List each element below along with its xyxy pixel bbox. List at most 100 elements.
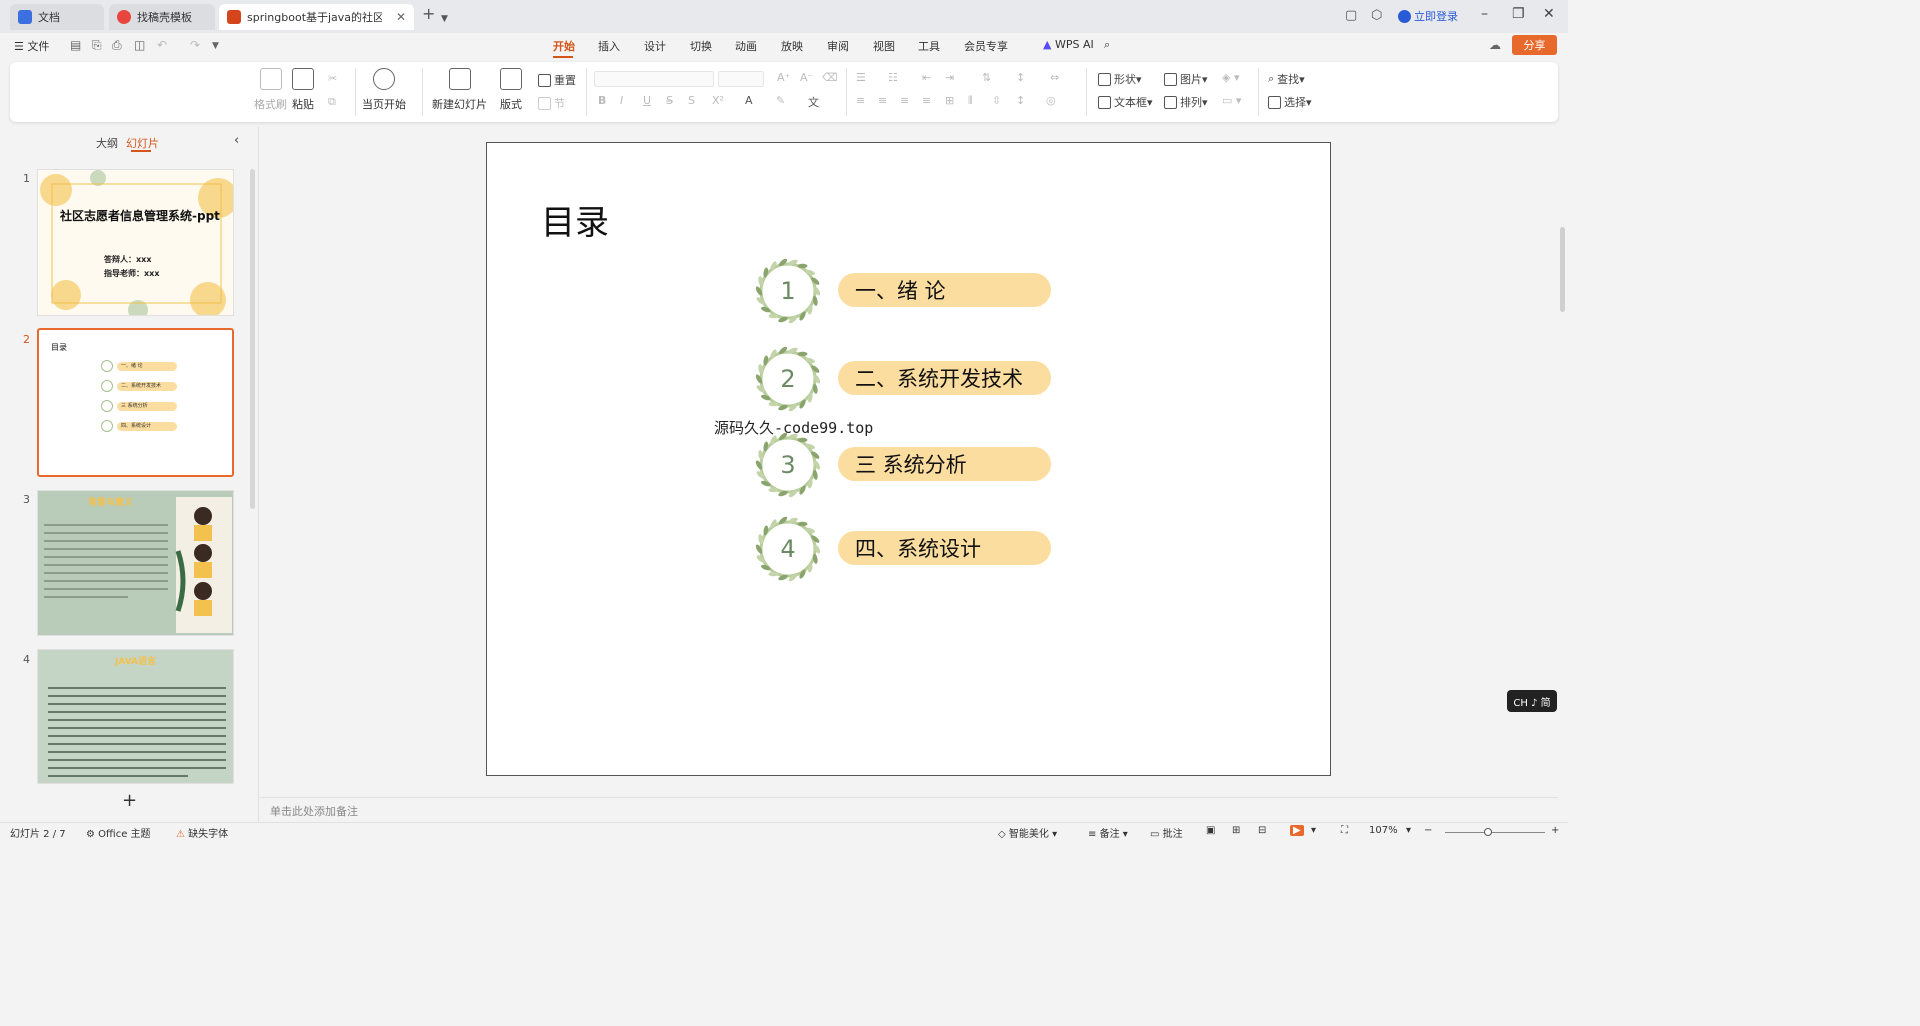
theme-button[interactable]: ⚙ Office 主题 — [86, 825, 151, 840]
slide-thumbnail-2[interactable]: 目录 一、绪 论 二、系统开发技术 三 系统分析 四、系统设计 — [37, 328, 234, 477]
phonetic-icon[interactable]: 文 — [808, 94, 819, 110]
cloud-sync-icon[interactable]: ☁ — [1489, 38, 1501, 52]
file-menu[interactable]: ☰ 文件 — [14, 38, 49, 54]
char-spacing-icon[interactable]: ⇔ — [1050, 71, 1059, 84]
select-button[interactable]: 选择 ▾ — [1268, 94, 1312, 110]
scrollbar-thumb[interactable] — [1560, 227, 1565, 312]
fill-icon[interactable]: ◈ ▾ — [1222, 71, 1239, 84]
new-tab-button[interactable]: + — [422, 6, 435, 22]
quick-access-chevron-icon[interactable]: ▼ — [212, 41, 219, 51]
italic-icon[interactable]: I — [620, 94, 623, 107]
slide-thumbnail-4[interactable]: JAVA语言 — [37, 649, 234, 784]
increase-font-icon[interactable]: A⁺ — [777, 71, 790, 84]
reset-button[interactable]: 重置 — [538, 72, 576, 88]
collapse-panel-icon[interactable]: ‹ — [234, 133, 239, 148]
numbering-icon[interactable]: ☷ — [888, 71, 898, 84]
menu-transition[interactable]: 切换 — [690, 38, 712, 54]
cut-icon[interactable]: ✂ — [328, 72, 337, 85]
current-slide[interactable]: 目录 1 一、绪 论 2 二、系统开发技术 3 三 系统分析 4 四、系统设计 — [486, 142, 1331, 776]
toc-item[interactable]: 1 一、绪 论 — [755, 258, 1055, 328]
start-from-current-button[interactable]: 当页开始 — [362, 68, 406, 112]
font-family-select[interactable] — [594, 71, 714, 87]
shape-button[interactable]: 形状 ▾ — [1098, 71, 1142, 87]
toc-item[interactable]: 3 三 系统分析 — [755, 432, 1055, 502]
shadow-text-icon[interactable]: S — [688, 94, 695, 107]
cube-icon[interactable]: ⬡ — [1371, 8, 1382, 24]
zoom-chevron-icon[interactable]: ▾ — [1406, 825, 1411, 836]
missing-font-button[interactable]: ⚠ 缺失字体 — [176, 825, 228, 840]
minimize-icon[interactable]: – — [1481, 6, 1488, 22]
window-layout-icon[interactable]: ▢ — [1345, 8, 1357, 24]
notes-toggle-button[interactable]: ≡ 备注 ▾ — [1088, 825, 1128, 840]
bold-icon[interactable]: B — [598, 94, 606, 107]
slide-title[interactable]: 目录 — [541, 195, 609, 244]
tab-current-presentation[interactable]: springboot基于java的社区志愿者信息管理系统 ✕ — [219, 4, 414, 30]
outline-icon[interactable]: ▭ ▾ — [1222, 94, 1241, 107]
slideshow-chevron-icon[interactable]: ▾ — [1311, 825, 1316, 836]
normal-view-icon[interactable]: ▣ — [1206, 825, 1215, 836]
close-window-icon[interactable]: ✕ — [1543, 6, 1555, 22]
wps-ai-button[interactable]: ▲ WPS AI — [1043, 38, 1094, 51]
underline-icon[interactable]: U — [643, 94, 651, 107]
decrease-indent-icon[interactable]: ⇤ — [922, 71, 931, 84]
copy-icon[interactable]: ⧉ — [328, 95, 336, 109]
slideshow-play-icon[interactable]: ▶ — [1290, 825, 1304, 836]
menu-insert[interactable]: 插入 — [598, 38, 620, 54]
toc-item[interactable]: 2 二、系统开发技术 — [755, 346, 1055, 416]
zoom-level[interactable]: 107% — [1369, 825, 1398, 836]
align-center-icon[interactable]: ≡ — [878, 94, 887, 107]
smart-beautify-button[interactable]: ◇ 智能美化 ▾ — [998, 825, 1057, 840]
zoom-slider[interactable] — [1445, 832, 1545, 833]
picture-button[interactable]: 图片 ▾ — [1164, 71, 1208, 87]
export-icon[interactable]: ⎘ — [92, 38, 102, 53]
redo-icon[interactable]: ↷ — [190, 38, 200, 52]
slide-panel-scrollbar[interactable] — [250, 169, 255, 509]
line-spacing-icon[interactable]: ↕ — [1016, 71, 1025, 84]
tab-documents[interactable]: 文档 — [10, 4, 104, 30]
zoom-out-icon[interactable]: − — [1424, 825, 1432, 836]
highlight-icon[interactable]: ✎ — [776, 94, 785, 107]
fit-window-icon[interactable]: ⛶ — [1341, 825, 1348, 836]
format-painter-button[interactable]: 格式刷 — [254, 68, 287, 112]
menu-home[interactable]: 开始 — [553, 38, 575, 54]
justify-icon[interactable]: ≡ — [922, 94, 931, 107]
new-slide-button[interactable]: 新建幻灯片 — [432, 68, 487, 112]
arrange-button[interactable]: 排列 ▾ — [1164, 94, 1208, 110]
font-size-select[interactable] — [718, 71, 764, 87]
vertical-align-icon[interactable]: ⇳ — [992, 94, 1001, 107]
login-button[interactable]: 立即登录 — [1398, 8, 1458, 24]
zoom-in-icon[interactable]: + — [1551, 825, 1559, 836]
find-button[interactable]: ⌕ 查找 ▾ — [1268, 71, 1305, 87]
share-button[interactable]: 分享 — [1512, 35, 1557, 55]
menu-review[interactable]: 审阅 — [827, 38, 849, 54]
tab-template[interactable]: 找稿壳模板 — [109, 4, 215, 30]
search-icon[interactable]: ⌕ — [1104, 38, 1110, 52]
paste-button[interactable]: 粘贴 — [292, 68, 314, 112]
text-direction-icon[interactable]: ⇅ — [982, 71, 991, 84]
superscript-icon[interactable]: X² — [712, 94, 724, 107]
paragraph-spacing-icon[interactable]: ↕ — [1016, 94, 1025, 107]
menu-tools[interactable]: 工具 — [918, 38, 940, 54]
print-preview-icon[interactable]: ◫ — [134, 38, 145, 52]
font-color-icon[interactable]: A — [745, 94, 753, 107]
undo-icon[interactable]: ↶ — [157, 38, 167, 52]
close-tab-icon[interactable]: ✕ — [390, 10, 406, 24]
toc-item[interactable]: 4 四、系统设计 — [755, 516, 1055, 586]
align-left-icon[interactable]: ≡ — [856, 94, 865, 107]
slide-thumbnail-3[interactable]: 背景与意义 — [37, 490, 234, 636]
clear-format-icon[interactable]: ⌫ — [822, 71, 838, 84]
section-button[interactable]: 节 — [538, 95, 565, 111]
smart-art-icon[interactable]: ◎ — [1046, 94, 1056, 107]
increase-indent-icon[interactable]: ⇥ — [945, 71, 954, 84]
zoom-slider-knob[interactable] — [1484, 828, 1492, 836]
print-icon[interactable]: ⎙ — [112, 38, 122, 53]
ime-indicator[interactable]: CH ♪ 简 — [1507, 690, 1557, 712]
comments-button[interactable]: ▭ 批注 — [1150, 825, 1183, 840]
reading-view-icon[interactable]: ⊟ — [1258, 825, 1266, 836]
align-right-icon[interactable]: ≡ — [900, 94, 909, 107]
add-slide-button[interactable]: + — [122, 790, 137, 811]
slide-thumbnail-1[interactable]: 社区志愿者信息管理系统-ppt 答辩人：xxx 指导老师：xxx — [37, 169, 234, 316]
menu-member[interactable]: 会员专享 — [964, 38, 1008, 54]
menu-slideshow[interactable]: 放映 — [781, 38, 803, 54]
textbox-button[interactable]: 文本框 ▾ — [1098, 94, 1153, 110]
